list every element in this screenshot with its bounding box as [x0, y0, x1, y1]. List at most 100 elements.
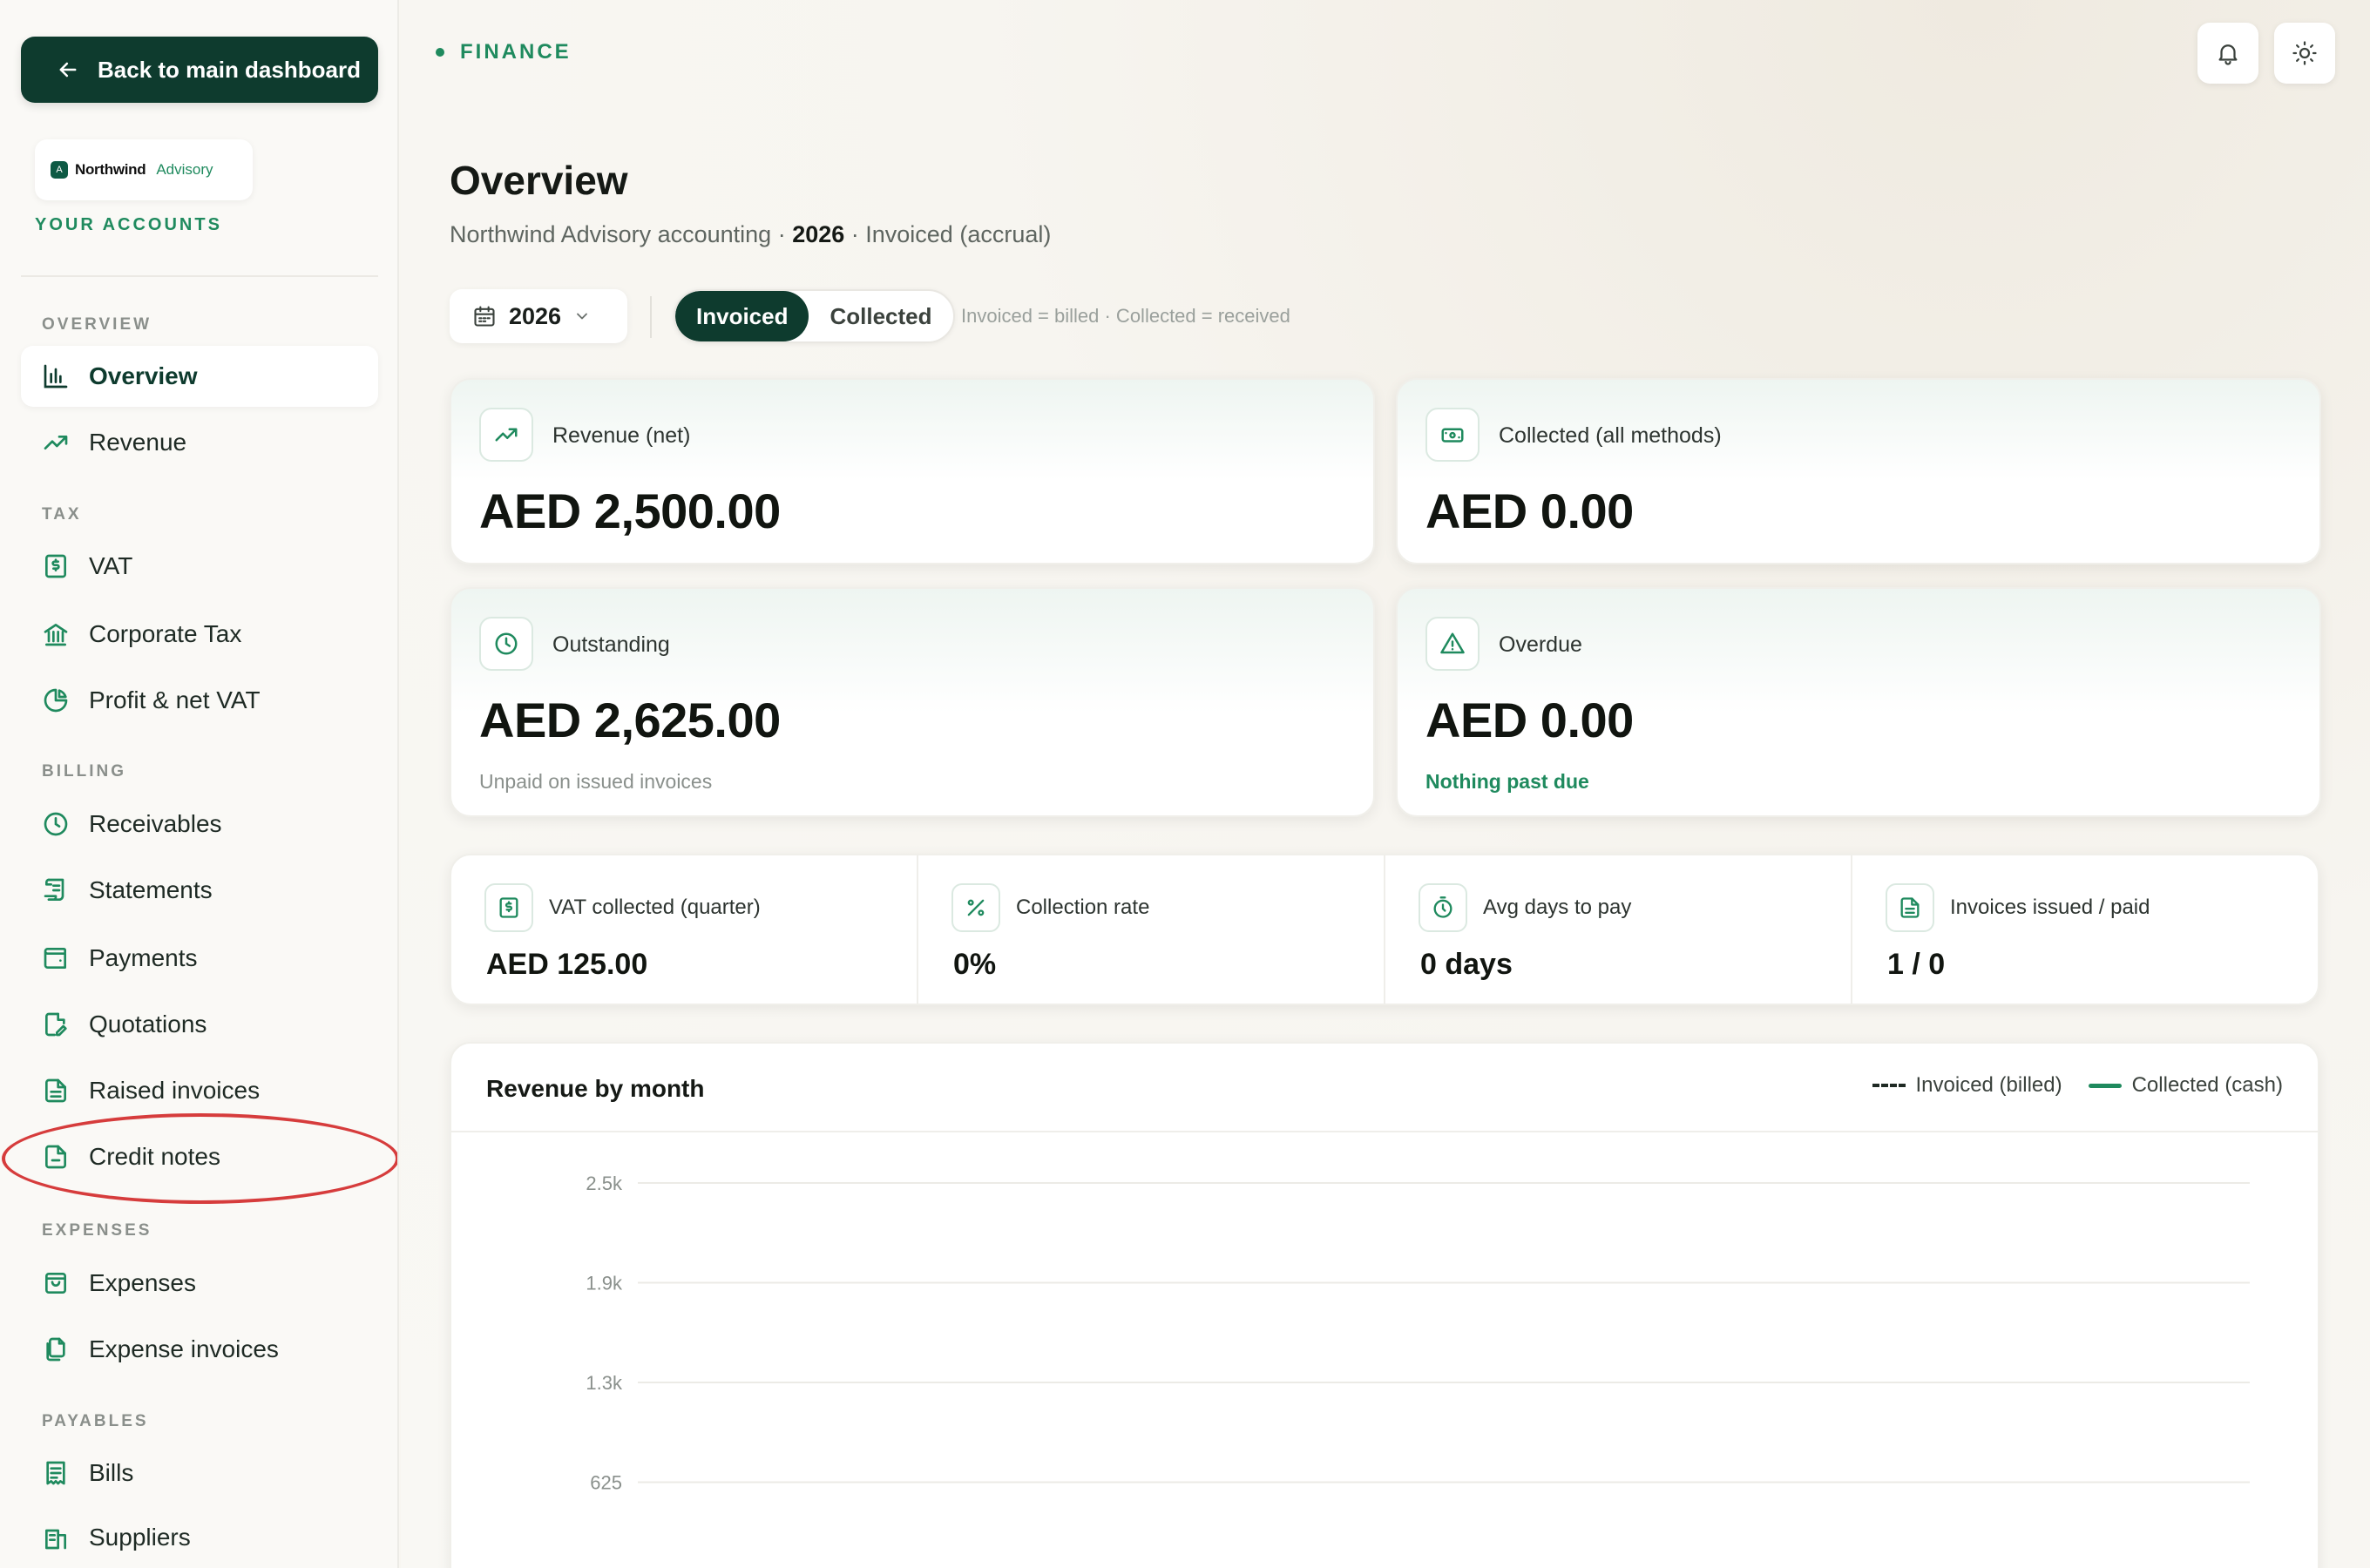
sidebar-item-label: Expense invoices — [89, 1335, 279, 1362]
stat-icon-box — [484, 883, 533, 932]
sidebar-item-label: Payments — [89, 944, 198, 971]
your-accounts-label: YOUR ACCOUNTS — [35, 215, 222, 234]
main-content: FINANCE Overview Northwind Advisory acco… — [401, 0, 2370, 1568]
stat-value: 0 days — [1420, 948, 1513, 981]
year-select[interactable]: 2026 — [450, 289, 627, 343]
percent-icon — [967, 899, 985, 916]
bank-icon — [44, 624, 68, 646]
controls-divider — [650, 296, 652, 338]
sidebar-item-overview[interactable]: Overview — [21, 346, 378, 407]
card-value: AED 0.00 — [1425, 483, 1634, 538]
section-label-billing: BILLING — [42, 762, 126, 781]
legend-label: Invoiced (billed) — [1915, 1073, 2062, 1097]
stats-strip: VAT collected (quarter) AED 125.00 Colle… — [450, 854, 2319, 1005]
scroll-icon — [44, 878, 64, 901]
sidebar-item-receivables[interactable]: Receivables — [21, 794, 378, 855]
trending-up-icon — [495, 428, 518, 442]
y-tick-label: 1.3k — [586, 1372, 623, 1394]
sidebar-item-expense-invoices[interactable]: Expense invoices — [21, 1319, 378, 1380]
stat-icon-box — [951, 883, 1000, 932]
legend-dash-swatch — [1872, 1084, 1906, 1087]
sidebar-item-label: Bills — [89, 1459, 134, 1486]
card-label: Overdue — [1499, 632, 1582, 657]
trending-up-icon — [44, 436, 68, 449]
kpi-card-revenue: Revenue (net) AED 2,500.00 — [450, 378, 1375, 564]
sidebar: Back to main dashboard A Northwind Advis… — [0, 0, 399, 1568]
theme-toggle-button[interactable] — [2274, 23, 2335, 84]
sidebar-item-vat[interactable]: VAT — [21, 536, 378, 597]
breadcrumb-label: FINANCE — [460, 40, 572, 64]
clock-icon — [44, 812, 68, 836]
bar-chart-icon — [44, 364, 68, 389]
sidebar-item-credit-notes[interactable]: Credit notes — [21, 1126, 378, 1187]
sidebar-item-label: Revenue — [89, 429, 187, 456]
legend-label: Collected (cash) — [2131, 1073, 2283, 1097]
page-title: Overview — [450, 158, 628, 203]
notifications-button[interactable] — [2197, 23, 2258, 84]
files-icon — [46, 1337, 65, 1362]
back-to-dashboard-button[interactable]: Back to main dashboard — [21, 37, 378, 103]
back-button-label: Back to main dashboard — [98, 56, 361, 83]
legend-solid-swatch — [2088, 1083, 2122, 1088]
kpi-card-collected: Collected (all methods) AED 0.00 — [1396, 378, 2321, 564]
bell-icon — [2218, 44, 2238, 65]
sidebar-item-label: Raised invoices — [89, 1077, 261, 1104]
toggle-collected[interactable]: Collected — [809, 291, 952, 341]
stat-icon-box — [1419, 883, 1467, 932]
sidebar-item-bills[interactable]: Bills — [21, 1443, 378, 1504]
receipt-icon — [46, 1461, 65, 1485]
y-tick-label: 2.5k — [586, 1173, 623, 1194]
sidebar-item-corporate-tax[interactable]: Corporate Tax — [21, 604, 378, 665]
sidebar-item-label: Statements — [89, 876, 213, 903]
page-subtitle: Northwind Advisory accounting · 2026 · I… — [450, 221, 1051, 248]
timer-icon — [1433, 896, 1452, 918]
sidebar-item-payments[interactable]: Payments — [21, 928, 378, 989]
card-value: AED 2,500.00 — [479, 483, 781, 538]
section-label-expenses: EXPENSES — [42, 1221, 152, 1240]
stat-label: VAT collected (quarter) — [549, 896, 761, 919]
sidebar-item-profit-net-vat[interactable]: Profit & net VAT — [21, 670, 378, 731]
revenue-chart-card: Revenue by month Invoiced (billed) Colle… — [450, 1042, 2319, 1568]
legend-item-invoiced[interactable]: Invoiced (billed) — [1872, 1073, 2062, 1098]
kpi-card-outstanding: Outstanding AED 2,625.00 Unpaid on issue… — [450, 587, 1375, 817]
stat-label: Invoices issued / paid — [1950, 896, 2150, 919]
sidebar-item-statements[interactable]: Statements — [21, 860, 378, 921]
card-icon-box — [1425, 408, 1480, 462]
sidebar-item-label: Suppliers — [89, 1524, 191, 1551]
chart-title: Revenue by month — [486, 1075, 705, 1102]
stat-vat-collected: VAT collected (quarter) AED 125.00 — [451, 855, 918, 1004]
revenue-chart-plot: 2.5k 1.9k 1.3k 625 — [586, 1173, 2250, 1494]
sidebar-item-suppliers[interactable]: Suppliers — [21, 1507, 378, 1568]
section-label-overview: OVERVIEW — [42, 315, 152, 334]
stat-value: 1 / 0 — [1887, 948, 1946, 981]
breadcrumb-dot-icon — [436, 48, 444, 57]
receipt-dollar-icon — [45, 554, 66, 578]
card-note: Unpaid on issued invoices — [479, 770, 713, 793]
calendar-icon — [474, 306, 495, 327]
file-minus-icon — [45, 1145, 66, 1169]
sidebar-item-label: Overview — [89, 362, 198, 389]
sidebar-item-revenue[interactable]: Revenue — [21, 412, 378, 473]
file-text-icon — [45, 1078, 66, 1103]
sidebar-item-label: Expenses — [89, 1269, 196, 1296]
toggle-invoiced[interactable]: Invoiced — [675, 291, 809, 341]
kpi-card-overdue: Overdue AED 0.00 Nothing past due — [1396, 587, 2321, 817]
sidebar-item-quotations[interactable]: Quotations — [21, 994, 378, 1055]
stat-avg-days: Avg days to pay 0 days — [1385, 855, 1852, 1004]
file-text-icon — [1900, 897, 1920, 918]
sidebar-item-expenses[interactable]: Expenses — [21, 1253, 378, 1314]
basis-toggle: Invoiced Collected — [674, 289, 955, 343]
brand-name: Northwind — [75, 161, 146, 178]
card-label: Outstanding — [552, 632, 670, 657]
legend-item-collected[interactable]: Collected (cash) — [2088, 1073, 2283, 1098]
subtitle-suffix: · Invoiced (accrual) — [844, 221, 1052, 247]
account-switcher[interactable]: A Northwind Advisory — [35, 139, 253, 200]
clock-icon — [495, 632, 518, 655]
sidebar-item-label: Receivables — [89, 810, 222, 837]
card-note: Nothing past due — [1425, 770, 1589, 793]
chart-legend: Invoiced (billed) Collected (cash) — [1872, 1073, 2283, 1098]
stat-value: AED 125.00 — [486, 948, 648, 981]
sidebar-item-raised-invoices[interactable]: Raised invoices — [21, 1060, 378, 1121]
y-tick-label: 625 — [590, 1472, 622, 1494]
stat-value: 0% — [953, 948, 997, 981]
